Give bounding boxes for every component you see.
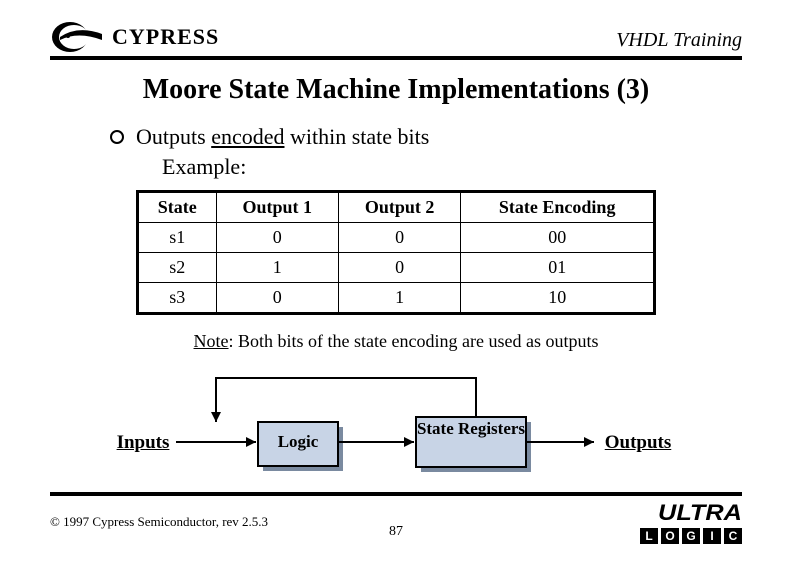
bullet-item: Outputs encoded within state bits: [110, 124, 742, 150]
logic-box: I: [703, 528, 721, 544]
page-number: 87: [389, 524, 403, 540]
ultra-text: ULTRA: [658, 500, 742, 526]
table-header-row: State Output 1 Output 2 State Encoding: [138, 192, 655, 223]
logic-box: O: [661, 528, 679, 544]
cell: 0: [216, 283, 338, 314]
brand-logo: CYPRESS: [50, 20, 219, 54]
cell: 00: [461, 223, 655, 253]
cell: 0: [338, 223, 460, 253]
cypress-logo-icon: [50, 20, 106, 54]
table-row: s3 0 1 10: [138, 283, 655, 314]
bullet-encoded: encoded: [211, 124, 284, 149]
slide-title: Moore State Machine Implementations (3): [50, 74, 742, 106]
bullet-post: within state bits: [284, 124, 429, 149]
copyright-text: © 1997 Cypress Semiconductor, rev 2.5.3: [50, 514, 268, 530]
th-output2: Output 2: [338, 192, 460, 223]
state-registers-label: State Registers: [416, 420, 526, 439]
logic-box: L: [640, 528, 658, 544]
circle-bullet-icon: [110, 130, 124, 144]
brand-name: CYPRESS: [112, 24, 219, 50]
th-state: State: [138, 192, 217, 223]
footer: © 1997 Cypress Semiconductor, rev 2.5.3 …: [50, 492, 742, 544]
bullet-pre: Outputs: [136, 124, 211, 149]
cell: 1: [338, 283, 460, 314]
header-bar: CYPRESS VHDL Training: [50, 20, 742, 60]
logic-label: Logic: [258, 432, 338, 452]
cell: 0: [216, 223, 338, 253]
logic-boxes: L O G I C: [640, 528, 742, 544]
ultra-logic-logo: ULTRA L O G I C: [640, 500, 742, 544]
inputs-label: Inputs: [108, 432, 178, 454]
course-title: VHDL Training: [616, 29, 742, 54]
footer-rule: [50, 492, 742, 496]
bullet-text: Outputs encoded within state bits: [136, 124, 429, 150]
logic-box: G: [682, 528, 700, 544]
state-table-wrap: State Output 1 Output 2 State Encoding s…: [136, 190, 656, 315]
outputs-label: Outputs: [598, 432, 678, 454]
th-output1: Output 1: [216, 192, 338, 223]
note-text: Note: Both bits of the state encoding ar…: [50, 331, 742, 352]
cell: 10: [461, 283, 655, 314]
cell: 01: [461, 253, 655, 283]
cell: 0: [338, 253, 460, 283]
table-row: s1 0 0 00: [138, 223, 655, 253]
cell: 1: [216, 253, 338, 283]
note-body: : Both bits of the state encoding are us…: [229, 331, 599, 351]
cell: s3: [138, 283, 217, 314]
note-label: Note: [194, 331, 229, 351]
logic-box: C: [724, 528, 742, 544]
table-row: s2 1 0 01: [138, 253, 655, 283]
block-diagram: Inputs Logic State Registers Outputs: [116, 372, 676, 482]
cell: s2: [138, 253, 217, 283]
state-table: State Output 1 Output 2 State Encoding s…: [136, 190, 656, 315]
example-label: Example:: [162, 154, 742, 180]
th-encoding: State Encoding: [461, 192, 655, 223]
cell: s1: [138, 223, 217, 253]
